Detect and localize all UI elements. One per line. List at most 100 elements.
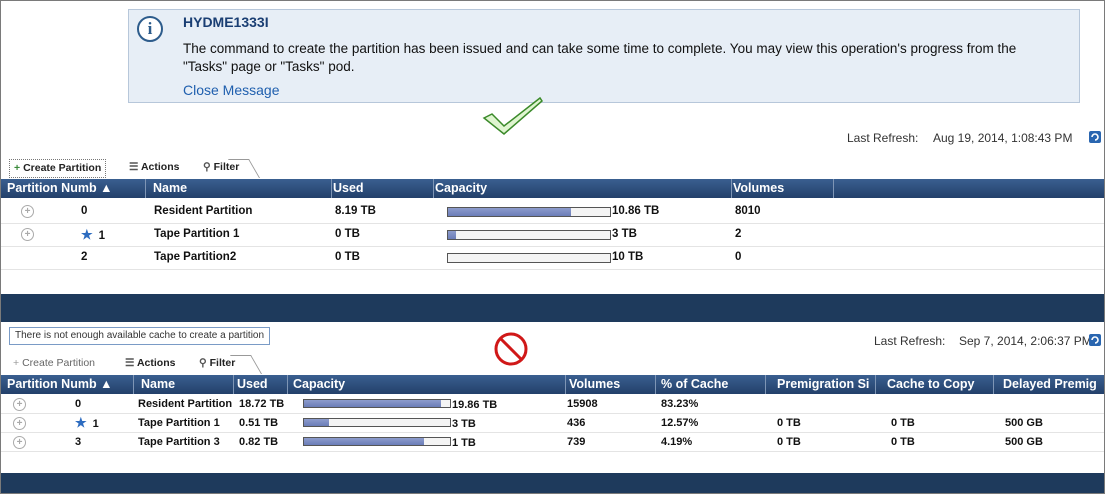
used-cell: 8.19 TB [335,205,376,217]
expand-icon[interactable]: + [21,205,34,218]
expand-icon[interactable]: + [13,417,26,430]
search-icon: ⚲ [199,357,207,369]
capacity-cell: 1 TB [452,437,476,449]
column-header-volumes[interactable]: Volumes [563,375,656,394]
premigration-size-cell: 0 TB [777,417,801,429]
expand-icon[interactable]: + [13,398,26,411]
capacity-cell: 10.86 TB [612,205,660,217]
list-icon: ☰ [129,161,139,173]
table-row[interactable]: + ★ 1 Tape Partition 1 0 TB 3 TB 2 [1,223,1104,247]
create-partition-button-disabled: + Create Partition [13,357,96,369]
table-header-2: Partition Numb ▲ Name Used Capacity Volu… [1,375,1104,394]
close-message-link[interactable]: Close Message [183,82,280,98]
column-header-partition-number[interactable]: Partition Numb ▲ [1,375,134,394]
actions-button[interactable]: ☰ Actions [121,355,179,372]
column-header-capacity[interactable]: Capacity [287,375,566,394]
name-cell: Tape Partition 1 [154,228,240,240]
expand-icon[interactable]: + [13,436,26,449]
percent-cache-cell: 12.57% [661,417,699,429]
column-header-cache-to-copy[interactable]: Cache to Copy [881,375,994,394]
expand-icon[interactable]: + [21,228,34,241]
name-cell: Tape Partition 1 [138,417,220,429]
actions-button[interactable]: ☰ Actions [125,159,183,176]
list-icon: ☰ [125,357,135,369]
premigration-size-cell: 0 TB [777,436,801,448]
table-row[interactable]: + ★ 1 Tape Partition 1 0.51 TB 3 TB 436 12.57% 0… [1,414,1104,433]
toolbar: + Create Partition ☰ Actions ⚲ Filter [9,355,279,374]
panel-footer [1,473,1104,493]
column-header-used[interactable]: Used [327,179,434,198]
column-header-used[interactable]: Used [231,375,288,394]
sort-ascending-icon: ▲ [100,377,113,391]
column-header-percent-cache[interactable]: % of Cache [655,375,766,394]
column-header-partition-number[interactable]: Partition Numb ▲ [1,179,146,198]
name-cell: Resident Partition [138,398,233,410]
name-cell: Tape Partition 3 [138,436,220,448]
capacity-bar [303,418,451,427]
column-header-capacity[interactable]: Capacity [429,179,732,198]
used-cell: 18.72 TB [239,398,285,410]
delayed-premigration-cell: 500 GB [1005,436,1043,448]
table-row[interactable]: +3 Tape Partition 3 0.82 TB 1 TB 739 4.19% 0 T… [1,433,1104,452]
table-row[interactable]: 2 Tape Partition2 0 TB 10 TB 0 [1,246,1104,270]
used-cell: 0.51 TB [239,417,279,429]
partition-number-cell: 2 [81,251,88,263]
partition-number-cell: ★ 1 [75,415,99,430]
capacity-cell: 10 TB [612,251,644,263]
last-refresh-label: Last Refresh: [847,131,919,145]
table-row[interactable]: +0 Resident Partition 8.19 TB 10.86 TB 8010 [1,200,1104,224]
checkmark-icon [482,96,543,135]
volumes-cell: 0 [735,251,742,263]
create-partition-button[interactable]: + Create Partition [9,159,107,178]
panel-separator [1,294,1104,322]
filter-button[interactable]: ⚲ Filter [195,355,239,372]
message-code: HYDME1333I [183,14,269,30]
volumes-cell: 15908 [567,398,598,410]
column-header-name[interactable]: Name [135,375,234,394]
column-header-name[interactable]: Name [147,179,332,198]
partition-number-cell: 0 [75,398,82,410]
refresh-icon[interactable] [1088,332,1102,347]
filter-button[interactable]: ⚲ Filter [199,159,243,176]
name-cell: Tape Partition2 [154,251,237,263]
search-icon: ⚲ [203,161,211,173]
partition-number-cell: 0 [81,205,88,217]
used-cell: 0 TB [335,228,360,240]
tooltip: There is not enough available cache to c… [9,327,271,345]
last-refresh-value-2: Sep 7, 2014, 2:06:37 PM [959,334,1092,348]
info-message: i HYDME1333I The command to create the p… [128,9,1080,103]
column-header-volumes[interactable]: Volumes [727,179,834,198]
capacity-bar [447,230,611,240]
prohibited-icon [494,332,528,366]
capacity-cell: 3 TB [452,418,476,430]
name-cell: Resident Partition [154,205,253,217]
capacity-cell: 3 TB [612,228,637,240]
column-header-premigration-size[interactable]: Premigration Si [771,375,876,394]
used-cell: 0 TB [335,251,360,263]
percent-cache-cell: 4.19% [661,436,693,448]
screenshot-frame: i HYDME1333I The command to create the p… [0,0,1105,494]
star-icon: ★ [81,227,93,242]
info-icon: i [137,16,163,42]
capacity-bar [447,253,611,263]
sort-ascending-icon: ▲ [100,181,113,195]
last-refresh-label-2: Last Refresh: [874,334,946,348]
refresh-icon[interactable] [1088,129,1102,144]
cache-to-copy-cell: 0 TB [891,436,915,448]
capacity-bar [447,207,611,217]
used-cell: 0.82 TB [239,436,279,448]
message-text: The command to create the partition has … [183,41,1017,74]
delayed-premigration-cell: 500 GB [1005,417,1043,429]
column-header-delayed-premigration[interactable]: Delayed Premig [997,375,1104,394]
toolbar: + Create Partition ☰ Actions ⚲ Filter [9,159,279,178]
volumes-cell: 8010 [735,205,761,217]
table-row[interactable]: +0 Resident Partition 18.72 TB 19.86 TB 1590… [1,395,1104,414]
last-refresh-value: Aug 19, 2014, 1:08:43 PM [933,131,1073,145]
table-header: Partition Numb ▲ Name Used Capacity Volu… [1,179,1104,198]
capacity-bar [303,437,451,446]
partition-number-cell: ★ 1 [81,227,106,242]
cache-to-copy-cell: 0 TB [891,417,915,429]
percent-cache-cell: 83.23% [661,398,699,410]
volumes-cell: 436 [567,417,586,429]
volumes-cell: 2 [735,228,742,240]
